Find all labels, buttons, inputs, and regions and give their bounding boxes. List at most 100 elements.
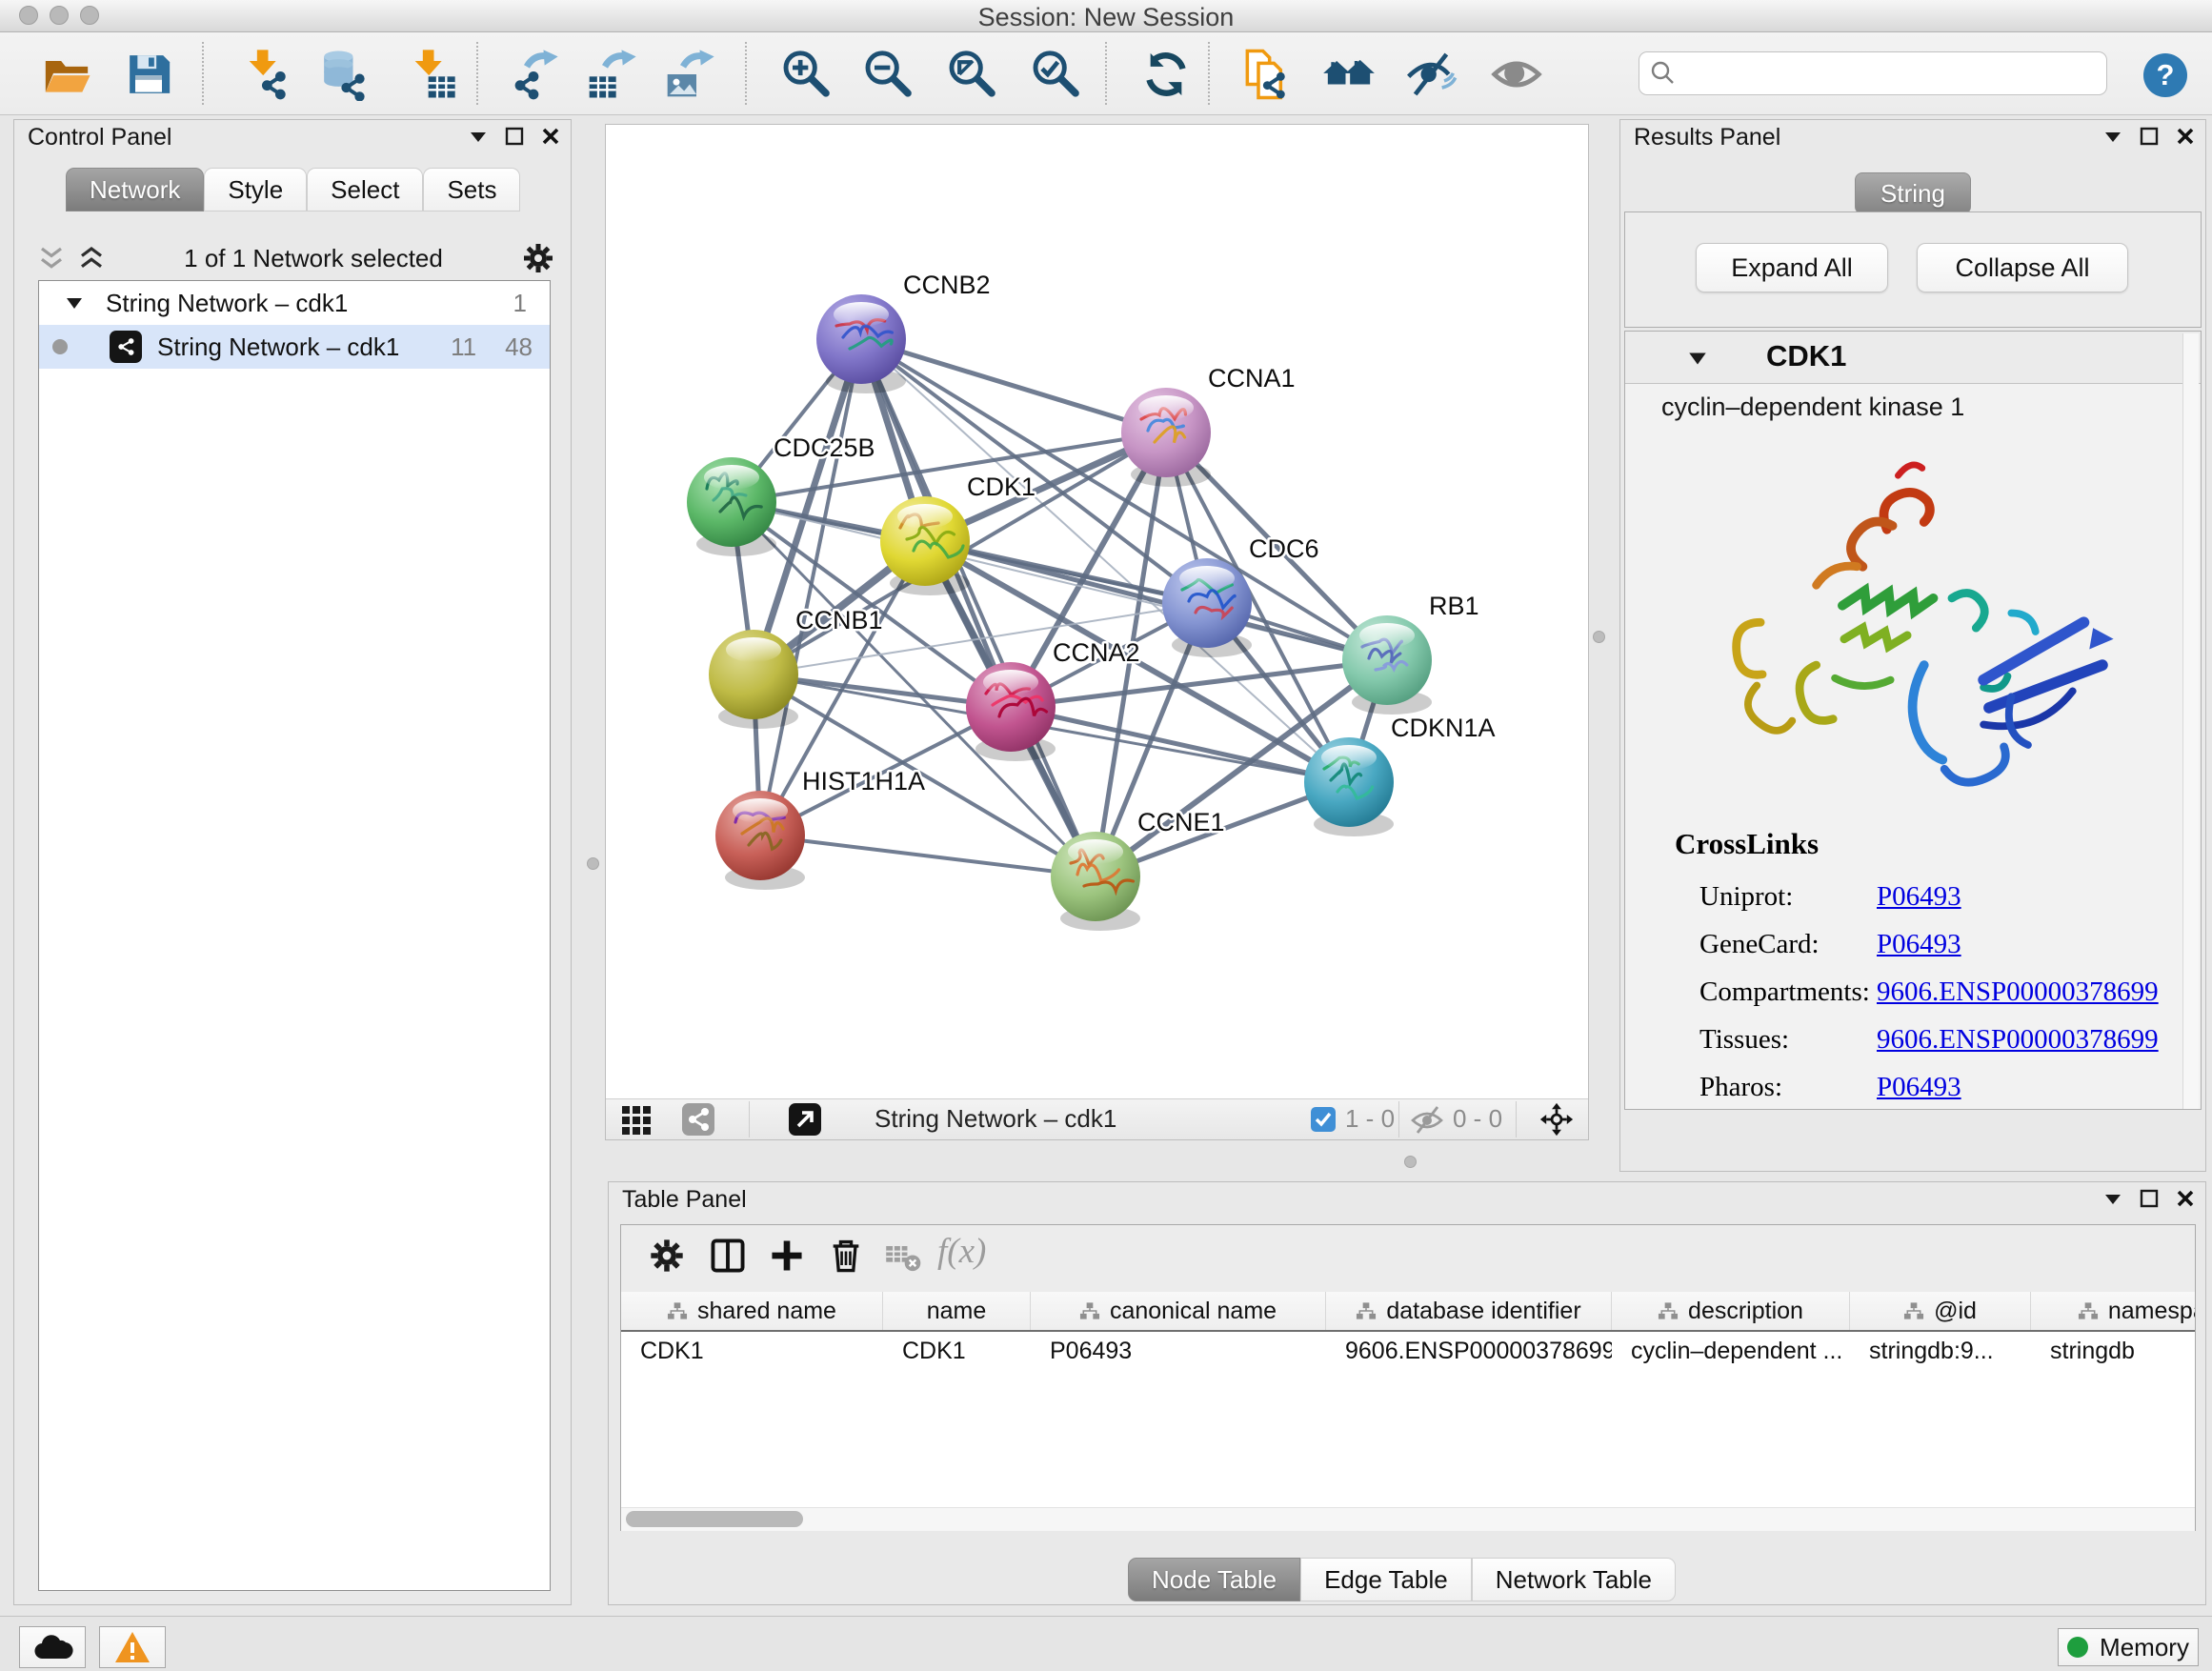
node-CDC25B[interactable] [687,457,776,556]
tab-style[interactable]: Style [204,168,307,211]
import-network-icon[interactable] [238,48,292,101]
expand-all-tree-icon[interactable] [37,244,66,272]
table-cell[interactable]: cyclin–dependent ... [1612,1332,1850,1370]
hidden-eye-icon[interactable] [1410,1102,1444,1137]
vertical-splitter-handle[interactable] [587,857,599,870]
network-canvas[interactable]: CCNB2CCNA1CDC25BCDK1CDC6RB1CCNB1CCNA2HIS… [606,125,1588,1099]
tab-node-table[interactable]: Node Table [1128,1558,1300,1601]
horizontal-splitter-handle[interactable] [1404,1156,1417,1168]
add-column-icon[interactable] [768,1237,806,1275]
collapse-all-button[interactable]: Collapse All [1917,243,2128,292]
preview-eye-icon[interactable] [1490,48,1543,101]
save-session-icon[interactable] [122,48,175,101]
column-header-database-identifier[interactable]: database identifier [1326,1292,1612,1330]
refresh-layout-icon[interactable] [1139,48,1193,101]
export-network-icon[interactable] [507,48,560,101]
help-button[interactable]: ? [2143,53,2187,97]
network-share-icon[interactable] [681,1102,715,1137]
collapse-all-tree-icon[interactable] [77,244,106,272]
zoom-fit-icon[interactable] [945,48,998,101]
crosslink-link[interactable]: P06493 [1877,929,1961,960]
cloud-button[interactable] [19,1626,86,1668]
node-CCNA2[interactable] [966,662,1056,761]
export-table-icon[interactable] [585,48,638,101]
tab-network-table[interactable]: Network Table [1472,1558,1676,1601]
scrollbar-thumb[interactable] [626,1511,803,1527]
column-header-shared-name[interactable]: shared name [621,1292,883,1330]
table-row[interactable]: CDK1CDK1P064939606.ENSP00000378699cyclin… [621,1332,2195,1370]
edge-HIST1H1A-CCNE1[interactable] [760,836,1096,876]
import-database-icon[interactable] [316,48,370,101]
entry-collapse-icon[interactable] [1686,347,1709,370]
network-collection-row[interactable]: String Network – cdk1 1 [39,281,550,325]
table-settings-gear-icon[interactable] [648,1237,686,1275]
zoom-out-icon[interactable] [861,48,915,101]
gear-icon[interactable] [521,241,555,275]
search-field[interactable] [1639,51,2107,95]
edge-CCNB2-CCNE1[interactable] [861,339,1096,876]
column-header--id[interactable]: @id [1850,1292,2031,1330]
zoom-selected-icon[interactable] [1029,48,1082,101]
panel-close-icon[interactable] [2175,126,2196,147]
column-header-canonical-name[interactable]: canonical name [1031,1292,1326,1330]
export-image-icon[interactable] [663,48,716,101]
node-CCNB1[interactable] [709,630,798,729]
node-CDC6[interactable] [1162,558,1252,657]
table-cell[interactable]: stringdb [2031,1332,2195,1370]
edge-CCNB2-CCNA1[interactable] [861,339,1166,433]
node-CDKN1A[interactable] [1304,737,1394,836]
grid-view-icon[interactable] [620,1102,654,1137]
table-horizontal-scrollbar[interactable] [621,1507,2195,1531]
copy-view-icon[interactable] [1238,48,1292,101]
home-string-icon[interactable] [1322,48,1376,101]
hide-unhide-icon[interactable] [1404,48,1458,101]
open-in-string-icon[interactable] [788,1102,822,1137]
column-header-namespace[interactable]: namespace [2031,1292,2195,1330]
node-CDK1[interactable] [880,496,970,595]
entry-header[interactable]: CDK1 [1625,332,2201,384]
results-scrollbar[interactable] [2182,333,2199,1109]
warnings-button[interactable] [99,1626,166,1668]
panel-close-icon[interactable] [540,126,561,147]
panel-collapse-icon[interactable] [468,126,489,147]
tab-network[interactable]: Network [66,168,204,211]
table-cell[interactable]: CDK1 [621,1332,883,1370]
vertical-splitter-handle[interactable] [1593,631,1605,643]
show-columns-icon[interactable] [709,1237,747,1275]
panel-float-icon[interactable] [504,126,525,147]
table-cell[interactable]: 9606.ENSP00000378699 [1326,1332,1612,1370]
table-cell[interactable]: P06493 [1031,1332,1326,1370]
collection-expand-icon[interactable] [64,292,85,313]
crosslink-link[interactable]: P06493 [1877,881,1961,913]
network-row[interactable]: String Network – cdk1 11 48 [39,325,550,369]
node-HIST1H1A[interactable] [715,791,805,890]
panel-collapse-icon[interactable] [2102,126,2123,147]
birds-eye-icon[interactable] [1539,1102,1574,1137]
panel-close-icon[interactable] [2175,1188,2196,1209]
tab-select[interactable]: Select [307,168,423,211]
crosslink-link[interactable]: 9606.ENSP00000378699 [1877,1024,2159,1056]
crosslink-link[interactable]: 9606.ENSP00000378699 [1877,976,2159,1008]
node-CCNE1[interactable] [1051,832,1140,931]
tab-edge-table[interactable]: Edge Table [1300,1558,1472,1601]
node-CCNA1[interactable] [1121,388,1211,487]
search-input[interactable] [1687,59,2106,89]
node-table[interactable]: shared namenamecanonical namedatabase id… [621,1292,2195,1507]
open-session-icon[interactable] [40,48,93,101]
crosslink-link[interactable]: P06493 [1877,1072,1961,1103]
column-header-description[interactable]: description [1612,1292,1850,1330]
zoom-in-icon[interactable] [779,48,833,101]
node-RB1[interactable] [1342,615,1432,715]
panel-float-icon[interactable] [2139,1188,2160,1209]
expand-all-button[interactable]: Expand All [1696,243,1888,292]
tab-sets[interactable]: Sets [423,168,520,211]
table-cell[interactable]: stringdb:9... [1850,1332,2031,1370]
selected-checkbox-icon[interactable] [1310,1106,1337,1133]
panel-float-icon[interactable] [2139,126,2160,147]
table-cell[interactable]: CDK1 [883,1332,1031,1370]
node-CCNB2[interactable] [816,294,906,393]
import-table-icon[interactable] [404,48,457,101]
tab-string[interactable]: String [1855,172,1971,214]
column-header-name[interactable]: name [883,1292,1031,1330]
memory-button[interactable]: Memory [2058,1628,2199,1666]
